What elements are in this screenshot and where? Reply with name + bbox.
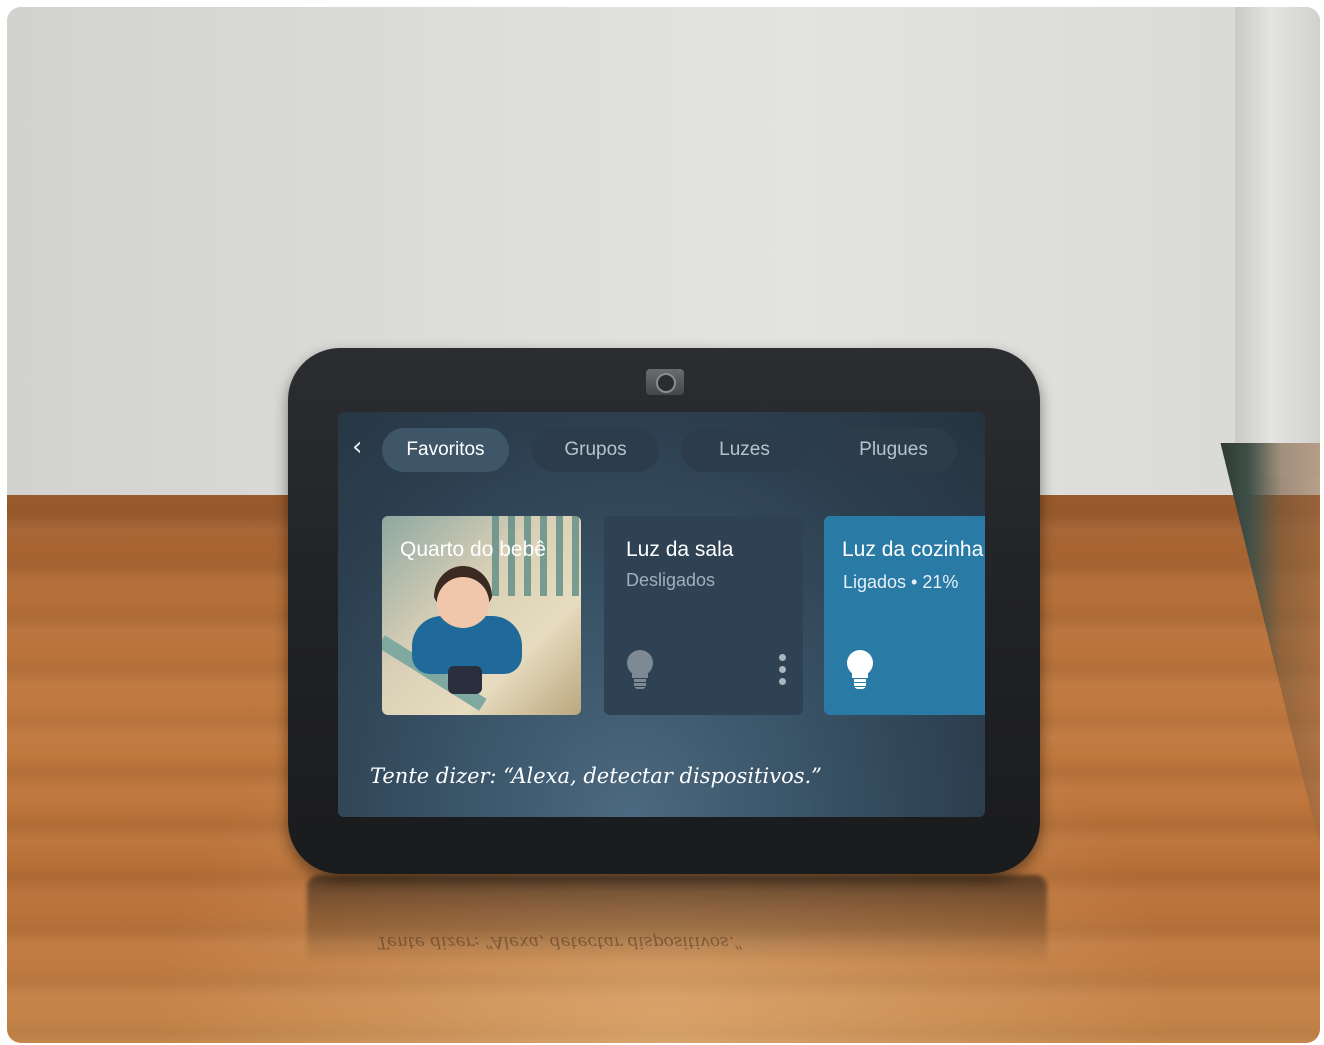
voice-hint: Tente dizer: “Alexa, detectar dispositiv… bbox=[370, 764, 822, 788]
tab-luzes[interactable]: Luzes bbox=[681, 428, 808, 472]
lightbulb-icon[interactable] bbox=[846, 650, 874, 690]
device-card-luz-da-sala[interactable]: Luz da sala Desligados bbox=[604, 516, 803, 715]
echo-show-device: ‹ Favoritos Grupos Luzes Plugues Quarto … bbox=[288, 348, 1040, 874]
card-status: Ligados • 21% bbox=[843, 572, 959, 592]
back-chevron-icon[interactable]: ‹ bbox=[352, 432, 376, 462]
wall-column bbox=[1235, 7, 1320, 477]
camera-card-quarto-do-bebe[interactable]: Quarto do bebê bbox=[382, 516, 581, 715]
reflection-hint-text: Tente dizer: “Alexa, detectar dispositiv… bbox=[377, 932, 743, 952]
card-title: Quarto do bebê bbox=[400, 538, 546, 561]
card-title: Luz da sala bbox=[626, 538, 734, 561]
tab-plugues[interactable]: Plugues bbox=[830, 428, 957, 472]
tab-grupos[interactable]: Grupos bbox=[532, 428, 659, 472]
camera-icon bbox=[646, 369, 684, 395]
card-title: Luz da cozinha bbox=[842, 538, 984, 561]
baby-legs bbox=[448, 666, 482, 694]
more-options-icon[interactable] bbox=[777, 654, 787, 688]
device-screen: ‹ Favoritos Grupos Luzes Plugues Quarto … bbox=[338, 412, 985, 817]
baby-head bbox=[434, 566, 492, 628]
tab-favoritos[interactable]: Favoritos bbox=[382, 428, 509, 472]
lightbulb-icon[interactable] bbox=[626, 650, 654, 690]
device-card-luz-da-cozinha[interactable]: Luz da cozinha Ligados • 21% bbox=[824, 516, 985, 715]
card-status: Desligados bbox=[626, 570, 716, 590]
camera-lens bbox=[656, 373, 676, 393]
